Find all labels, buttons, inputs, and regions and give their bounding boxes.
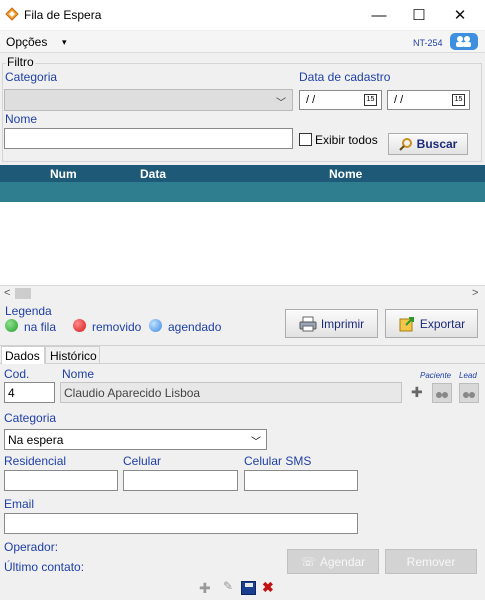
remover-button[interactable]: Remover	[385, 549, 477, 574]
residencial-label: Residencial	[4, 454, 67, 468]
grid-header: Num Data Nome	[0, 165, 485, 182]
categoria-label: Categoria	[5, 70, 58, 84]
ultimo-contato-label: Último contato:	[4, 560, 85, 574]
date-to-field[interactable]: / / 15	[387, 90, 470, 110]
column-nome[interactable]: Nome	[329, 167, 362, 181]
column-data[interactable]: Data	[140, 167, 166, 181]
save-icon[interactable]	[241, 581, 256, 595]
agendar-button[interactable]: ☏ Agendar	[287, 549, 379, 574]
celular-sms-label: Celular SMS	[244, 454, 312, 468]
table-row-selected[interactable]	[0, 182, 485, 202]
printer-icon	[299, 316, 317, 331]
operador-label: Operador:	[4, 540, 59, 554]
imprimir-button[interactable]: Imprimir	[285, 309, 378, 338]
data-cadastro-label: Data de cadastro	[299, 70, 391, 84]
email-field[interactable]	[4, 513, 358, 534]
search-icon	[398, 138, 412, 151]
celular-sms-field[interactable]	[244, 470, 358, 491]
chevron-down-icon: ﹀	[276, 98, 286, 109]
date-from-field[interactable]: / / 15	[299, 90, 382, 110]
calendar-icon[interactable]: 15	[364, 94, 377, 106]
legend-removido: removido	[92, 320, 142, 334]
add-icon[interactable]: ✚	[199, 580, 211, 597]
red-dot-icon	[73, 319, 86, 332]
window-title: Fila de Espera	[24, 8, 102, 22]
delete-icon[interactable]: ✖	[262, 579, 274, 596]
grid-body[interactable]	[0, 202, 485, 285]
scroll-right-icon[interactable]: >	[472, 287, 478, 299]
paciente-label: Paciente	[420, 371, 452, 380]
legend-title: Legenda	[5, 304, 52, 318]
email-label: Email	[4, 497, 35, 511]
phone-icon: ☏	[300, 554, 316, 569]
app-icon	[5, 7, 19, 21]
scroll-left-icon[interactable]: <	[4, 287, 10, 299]
green-dot-icon	[5, 319, 18, 332]
horizontal-scrollbar[interactable]: < >	[0, 285, 485, 301]
legend-na-fila: na fila	[24, 320, 57, 334]
chevron-down-icon[interactable]: ▾	[62, 37, 67, 48]
lead-binoculars-icon[interactable]	[459, 383, 479, 403]
version-label: NT-254	[413, 38, 443, 48]
add-patient-icon[interactable]: ✚	[411, 384, 423, 401]
buscar-button[interactable]: Buscar	[388, 133, 468, 155]
tab-dados[interactable]: Dados	[1, 346, 45, 364]
nome-label: Nome	[62, 367, 95, 381]
nome-filter-input[interactable]	[4, 128, 293, 149]
exibir-todos-label: Exibir todos	[315, 133, 378, 147]
calendar-icon[interactable]: 15	[452, 94, 465, 106]
users-button[interactable]	[450, 33, 478, 50]
legend-agendado: agendado	[168, 320, 222, 334]
lead-label: Lead	[459, 371, 477, 380]
edit-icon[interactable]: ✎	[223, 579, 233, 593]
scrollbar-thumb[interactable]	[15, 288, 31, 299]
residencial-field[interactable]	[4, 470, 118, 491]
categoria-select[interactable]: Na espera ﹀	[4, 429, 267, 450]
tab-strip-border	[0, 363, 485, 364]
chevron-down-icon: ﹀	[251, 437, 261, 448]
categoria-filter-select[interactable]: ﹀	[4, 89, 293, 111]
celular-field[interactable]	[123, 470, 238, 491]
cod-field[interactable]: 4	[4, 382, 55, 403]
celular-label: Celular	[123, 454, 162, 468]
cod-label: Cod.	[4, 367, 30, 381]
export-icon	[399, 316, 414, 331]
minimize-button[interactable]: —	[359, 0, 399, 30]
maximize-button[interactable]: ☐	[399, 0, 439, 30]
column-num[interactable]: Num	[50, 167, 77, 181]
exportar-button[interactable]: Exportar	[385, 309, 478, 338]
exibir-todos-checkbox[interactable]	[299, 133, 312, 146]
blue-dot-icon	[149, 319, 162, 332]
binoculars-icon[interactable]	[432, 383, 452, 403]
filter-title: Filtro	[6, 55, 35, 69]
tab-historico[interactable]: Histórico	[45, 346, 100, 363]
nome-filter-label: Nome	[5, 112, 38, 126]
categoria-form-label: Categoria	[4, 411, 57, 425]
close-button[interactable]: ✕	[440, 0, 480, 30]
users-icon	[456, 36, 471, 47]
menu-opcoes[interactable]: Opções	[6, 35, 47, 49]
nome-field[interactable]: Claudio Aparecido Lisboa	[60, 382, 402, 403]
